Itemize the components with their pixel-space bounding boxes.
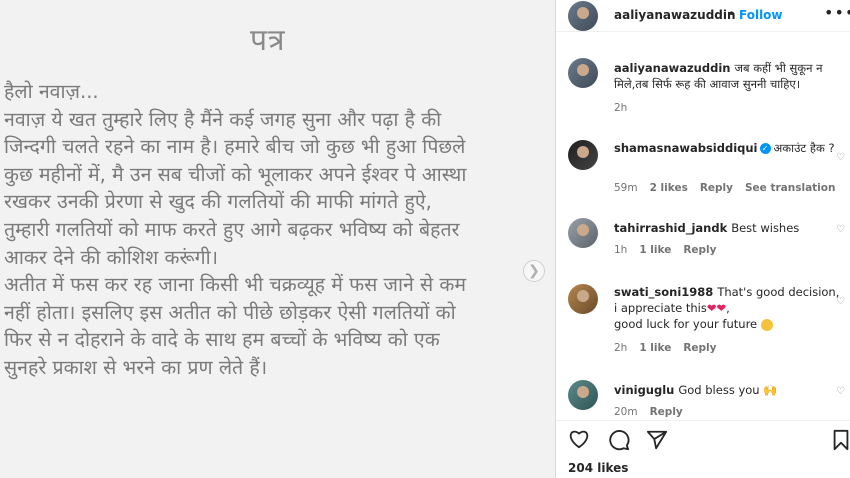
see-translation-button[interactable]: See translation <box>745 182 835 194</box>
comment-time: 1h <box>614 244 628 256</box>
separator-dot: • <box>728 7 736 21</box>
comment-text: अकाउंट हैक ? <box>773 141 835 155</box>
like-heart-icon[interactable] <box>568 429 590 449</box>
comment-likes[interactable]: 1 like <box>639 342 671 354</box>
next-image-button[interactable]: ❯ <box>523 260 545 282</box>
comment-text-continued: good luck for your future <box>614 317 758 331</box>
letter-body: हैलो नवाज़... नवाज़ ये खत तुम्हारे लिए ह… <box>4 80 467 379</box>
more-horizontal-icon[interactable]: ••• <box>824 3 850 22</box>
chevron-right-icon: ❯ <box>528 263 540 279</box>
red-heart-icon: ❤ <box>716 301 727 315</box>
heart-icon[interactable]: ♡ <box>836 296 845 307</box>
verified-badge-icon: ✓ <box>759 143 771 154</box>
comment-text: Best wishes <box>731 221 800 235</box>
avatar[interactable] <box>568 380 598 410</box>
post-image: पत्र हैलो नवाज़... नवाज़ ये खत तुम्हारे … <box>0 0 555 478</box>
likes-count[interactable]: 204 likes <box>568 461 628 475</box>
comment-username[interactable]: swati_soni1988 <box>614 285 713 299</box>
comment-time: 59m <box>614 182 638 194</box>
share-icon[interactable] <box>646 429 668 451</box>
comment-username[interactable]: tahirrashid_jandk <box>614 221 727 235</box>
caption-time: 2h <box>614 102 628 114</box>
comment-time: 2h <box>614 342 628 354</box>
caption-username[interactable]: aaliyanawazuddin <box>614 61 730 75</box>
comment-icon[interactable] <box>608 429 630 451</box>
comment-text: God bless you <box>678 383 760 397</box>
follow-button[interactable]: Follow <box>739 8 783 22</box>
action-bar: 204 likes <box>556 420 850 478</box>
avatar[interactable] <box>568 140 598 170</box>
reply-button[interactable]: Reply <box>683 342 716 354</box>
post-header: aaliyanawazuddin • Follow ••• <box>556 0 850 32</box>
avatar[interactable] <box>568 284 598 314</box>
reply-button[interactable]: Reply <box>700 182 733 194</box>
reply-button[interactable]: Reply <box>683 244 716 256</box>
letter-title: पत्र <box>250 23 286 58</box>
praying-hands-icon: 🙌 <box>763 383 778 397</box>
avatar[interactable] <box>568 218 598 248</box>
reply-button[interactable]: Reply <box>650 406 683 418</box>
heart-icon[interactable]: ♡ <box>836 386 845 397</box>
comment-time: 20m <box>614 406 638 418</box>
comment-username[interactable]: shamasnawabsiddiqui <box>614 141 758 155</box>
bookmark-icon[interactable] <box>832 429 850 451</box>
comment-username[interactable]: viniguglu <box>614 383 674 397</box>
comment-likes[interactable]: 1 like <box>639 244 671 256</box>
avatar[interactable] <box>568 1 598 31</box>
smile-emoji-icon <box>760 318 773 331</box>
heart-icon[interactable]: ♡ <box>836 224 845 235</box>
avatar[interactable] <box>568 58 598 88</box>
comment-likes[interactable]: 2 likes <box>650 182 688 194</box>
comments-panel: aaliyanawazuddin • Follow ••• aaliyanawa… <box>556 0 850 478</box>
heart-icon[interactable]: ♡ <box>836 152 845 163</box>
header-username[interactable]: aaliyanawazuddin <box>614 8 736 22</box>
